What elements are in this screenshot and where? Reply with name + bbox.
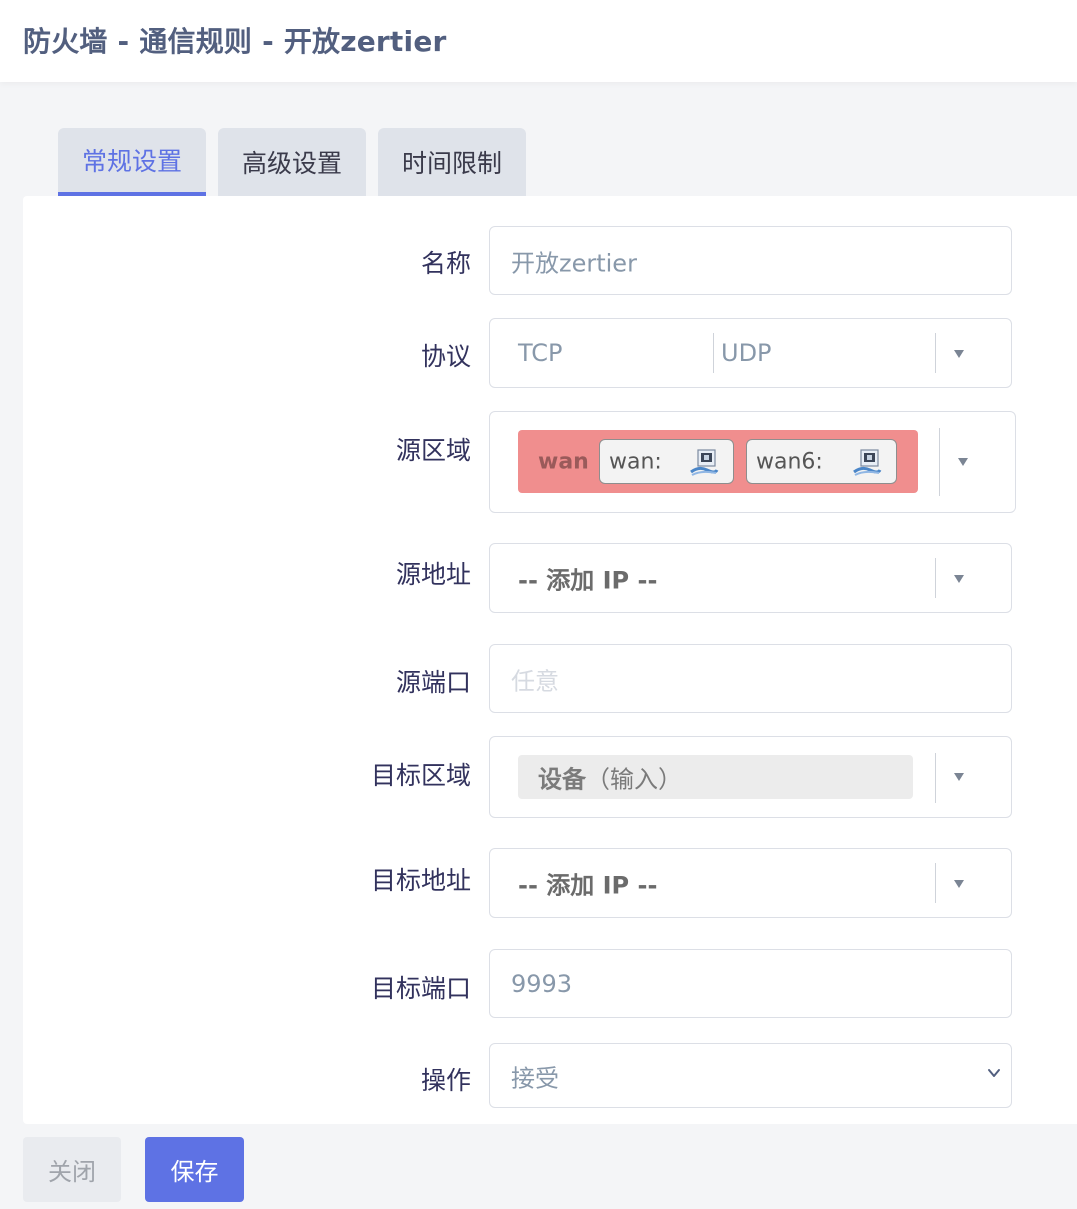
protocol-option-tcp[interactable]: TCP xyxy=(518,339,562,367)
action-label: 操作 xyxy=(420,1066,471,1095)
network-chip-wan: wan: xyxy=(599,439,734,484)
dest-ip-value: -- 添加 IP -- xyxy=(518,871,658,900)
dropdown-separator xyxy=(935,558,936,598)
src-ip-label: 源地址 xyxy=(395,560,471,589)
src-zone-select[interactable]: wan wan: wan6: xyxy=(489,411,1016,513)
zone-name: wan xyxy=(538,449,589,474)
protocol-separator xyxy=(713,333,714,373)
save-button[interactable]: 保存 xyxy=(145,1137,244,1202)
dest-port-label: 目标端口 xyxy=(370,974,471,1003)
dropdown-caret-icon[interactable] xyxy=(954,773,964,781)
tab-time-restrictions[interactable]: 时间限制 xyxy=(378,128,526,196)
tab-advanced-settings[interactable]: 高级设置 xyxy=(218,128,366,196)
src-port-input[interactable]: 任意 xyxy=(489,644,1012,713)
dest-port-value: 9993 xyxy=(511,969,573,998)
tab-general-settings[interactable]: 常规设置 xyxy=(58,128,206,196)
dest-port-input[interactable]: 9993 xyxy=(489,949,1012,1018)
dropdown-separator xyxy=(935,863,936,903)
name-value: 开放zertier xyxy=(511,249,637,277)
header-bar: 防火墙 - 通信规则 - 开放zertier xyxy=(0,0,1077,82)
zone-name: 设备（输入） xyxy=(538,765,682,794)
src-ip-value: -- 添加 IP -- xyxy=(518,566,658,595)
network-chip-label: wan: xyxy=(609,449,662,474)
src-ip-select[interactable]: -- 添加 IP -- xyxy=(489,543,1012,613)
dropdown-caret-icon[interactable] xyxy=(954,880,964,888)
zone-badge-device[interactable]: 设备（输入） xyxy=(518,755,913,799)
protocol-option-udp[interactable]: UDP xyxy=(721,339,772,367)
network-interface-icon xyxy=(853,449,882,476)
dropdown-caret-icon[interactable] xyxy=(954,350,964,358)
network-interface-icon xyxy=(690,449,719,476)
dest-zone-label: 目标区域 xyxy=(370,761,471,790)
page-title: 防火墙 - 通信规则 - 开放zertier xyxy=(23,25,447,58)
dest-zone-select[interactable]: 设备（输入） xyxy=(489,736,1012,818)
name-input[interactable]: 开放zertier xyxy=(489,226,1012,295)
close-button[interactable]: 关闭 xyxy=(23,1137,121,1202)
dropdown-separator xyxy=(935,753,936,803)
protocol-multiselect[interactable]: TCP UDP xyxy=(489,318,1012,388)
dropdown-caret-icon[interactable] xyxy=(954,575,964,583)
dropdown-separator xyxy=(935,333,936,373)
network-chip-wan6: wan6: xyxy=(746,439,897,484)
dest-ip-select[interactable]: -- 添加 IP -- xyxy=(489,848,1012,918)
network-chip-label: wan6: xyxy=(756,449,823,474)
dropdown-separator xyxy=(939,428,940,496)
zone-badge-wan[interactable]: wan wan: wan6: xyxy=(518,430,918,493)
src-port-placeholder: 任意 xyxy=(511,667,559,695)
action-value: 接受 xyxy=(511,1064,559,1092)
action-select[interactable]: 接受 xyxy=(489,1043,1012,1108)
protocol-label: 协议 xyxy=(420,342,471,371)
src-port-label: 源端口 xyxy=(395,668,471,697)
name-label: 名称 xyxy=(420,249,471,278)
dest-ip-label: 目标地址 xyxy=(370,866,471,895)
chevron-down-icon xyxy=(988,1069,1000,1077)
dropdown-caret-icon[interactable] xyxy=(958,458,968,466)
src-zone-label: 源区域 xyxy=(395,436,471,465)
